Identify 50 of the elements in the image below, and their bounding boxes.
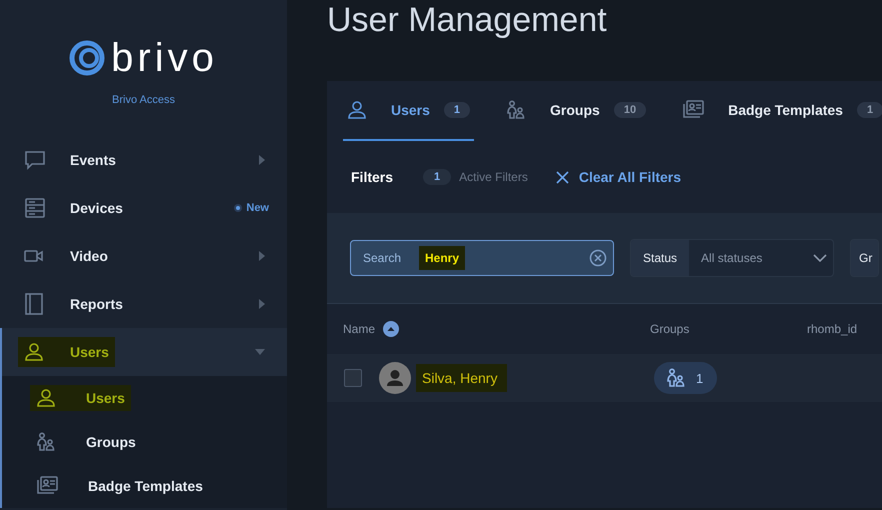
user-name[interactable]: Silva, Henry — [416, 364, 507, 392]
video-camera-icon — [24, 248, 44, 264]
groups-count-badge[interactable]: 1 — [654, 362, 718, 394]
avatar-icon — [379, 362, 411, 394]
logo-wordmark: brivo — [111, 40, 218, 76]
column-header[interactable]: Name — [343, 322, 376, 336]
status-dropdown[interactable]: Status All statuses — [630, 239, 834, 277]
logo-icon — [69, 40, 106, 76]
user-icon — [36, 388, 56, 408]
column-header: rhomb_id — [807, 322, 858, 336]
column-header: Groups — [650, 322, 690, 336]
group-icon — [506, 100, 526, 120]
count-badge: 10 — [614, 102, 646, 118]
badge-icon — [682, 100, 704, 120]
table-row[interactable]: Silva, Henry 1 — [327, 354, 882, 402]
sidebar-item[interactable]: Users — [2, 328, 287, 376]
new-badge: New — [234, 202, 269, 214]
sidebar-item[interactable]: Video — [0, 232, 287, 280]
count-badge: 1 — [856, 102, 882, 118]
filter-dropdown[interactable]: Gr — [850, 239, 880, 277]
sidebar-subitem[interactable]: Users — [2, 376, 287, 420]
book-icon — [24, 293, 44, 315]
user-icon — [24, 342, 44, 362]
sidebar-subitem[interactable]: Groups — [2, 420, 287, 464]
search-field[interactable]: Search Henry — [350, 240, 614, 276]
group-icon — [666, 368, 686, 388]
chevron-down-icon — [813, 254, 828, 262]
close-icon — [556, 170, 569, 184]
active-filters-label: Active Filters — [459, 170, 528, 184]
tab[interactable]: Groups 10 — [502, 81, 650, 141]
count-badge: 1 — [423, 169, 452, 185]
user-icon — [347, 100, 367, 120]
badge-icon — [36, 476, 58, 496]
sidebar-item[interactable]: Devices New — [0, 184, 287, 232]
filters-label: Filters — [351, 169, 394, 185]
app-subtitle: Brivo Access — [111, 94, 176, 106]
tab[interactable]: Badge Templates 1 — [678, 81, 882, 141]
clear-filters-link[interactable]: Clear All Filters — [556, 169, 682, 185]
sidebar-item[interactable]: Reports — [0, 280, 287, 328]
page-title: User Management — [327, 0, 608, 41]
tab[interactable]: Users 1 — [343, 81, 474, 141]
sort-ascending-icon[interactable] — [383, 321, 400, 337]
server-icon — [24, 197, 46, 219]
count-badge: 1 — [444, 102, 470, 118]
clear-icon[interactable] — [589, 249, 607, 267]
checkbox[interactable] — [344, 369, 362, 387]
sidebar-item[interactable]: Events — [0, 136, 287, 184]
sidebar-subitem[interactable]: Badge Templates — [2, 464, 287, 508]
group-icon — [36, 432, 56, 452]
chat-icon — [24, 149, 46, 171]
